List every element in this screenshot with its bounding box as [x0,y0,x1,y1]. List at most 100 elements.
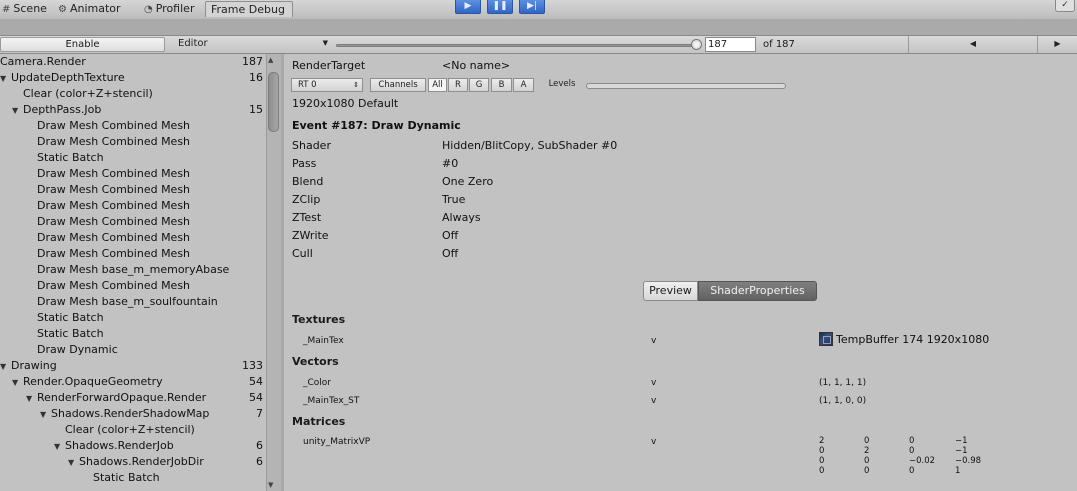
tree-row[interactable]: ▼ Render.OpaqueGeometry 54 [0,374,266,390]
tab-animator[interactable]: ⚙ Animator [56,1,140,17]
collab-check-button[interactable]: ✓ [1055,0,1075,12]
tree-row-label: Clear (color+Z+stencil) [23,87,153,100]
play-icon: ▶ [464,1,472,11]
next-event-button[interactable]: ▶ [1038,36,1077,53]
channel-a-toggle[interactable]: A [513,78,534,92]
event-title: Event #187: Draw Dynamic [292,119,461,132]
property-value: True [442,193,466,206]
vector-name: _Color [303,378,331,388]
tree-row[interactable]: Static Batch [0,470,266,486]
tree-row[interactable]: ▼ Shadows.RenderJobDir 6 [0,454,266,470]
step-button[interactable]: ▶| [519,0,545,14]
rt-select[interactable]: RT 0 ⇕ [291,78,363,92]
tree-row-label: Draw Mesh Combined Mesh [37,167,191,180]
tree-row[interactable]: Static Batch [0,326,266,342]
tree-row-label: UpdateDepthTexture [11,71,125,84]
render-target-label: RenderTarget [292,59,366,72]
tab-shader-properties[interactable]: ShaderProperties [698,281,817,301]
tab-preview[interactable]: Preview [643,281,698,301]
expand-triangle-icon[interactable]: ▼ [0,359,11,375]
expand-triangle-icon[interactable]: ▼ [40,407,51,423]
pause-button[interactable]: ❚❚ [487,0,513,14]
tree-row[interactable]: Draw Mesh Combined Mesh [0,278,266,294]
tab-scene[interactable]: # Scene [0,1,56,17]
frame-slider-thumb[interactable] [691,39,702,50]
expand-triangle-icon[interactable]: ▼ [26,391,37,407]
tree-row[interactable]: Draw Mesh Combined Mesh [0,246,266,262]
channel-b-toggle[interactable]: B [491,78,512,92]
expand-triangle-icon[interactable]: ▼ [0,71,11,87]
expand-triangle-icon[interactable]: ▼ [68,455,79,471]
texture-value[interactable]: TempBuffer 174 1920x1080 [836,332,989,348]
tree-row[interactable]: Draw Mesh Combined Mesh [0,214,266,230]
texture-name: _MainTex [303,336,344,346]
tab-profiler[interactable]: ◔ Profiler [142,1,204,17]
matrix-cell: −0.98 [955,456,982,466]
tree-row[interactable]: Draw Mesh Combined Mesh [0,134,266,150]
tree-row-label: Draw Mesh Combined Mesh [37,199,191,212]
expand-triangle-icon[interactable]: ▼ [12,375,23,391]
property-key: ZClip [292,193,321,206]
matrix-stage: v [651,437,657,447]
matrix-cell: 1 [955,466,961,476]
tree-row-label: Draw Mesh Combined Mesh [37,215,191,228]
tree-row[interactable]: Draw Mesh Combined Mesh [0,198,266,214]
expand-triangle-icon[interactable]: ▼ [12,103,23,119]
chevron-updown-icon: ⇕ [353,81,359,89]
matrix-cell: 0 [909,446,915,456]
tree-row[interactable]: Static Batch [0,310,266,326]
tree-row[interactable]: Draw Mesh Combined Mesh [0,230,266,246]
tree-row[interactable]: Clear (color+Z+stencil) [0,86,266,102]
frame-number-input[interactable]: 187 [705,37,756,52]
matrix-cell: −1 [955,436,968,446]
scroll-up-icon[interactable]: ▲ [268,56,273,64]
tree-row[interactable]: Draw Mesh base_m_memoryAbase [0,262,266,278]
tree-row[interactable]: ▼ Drawing 133 [0,358,266,374]
tree-row[interactable]: Draw Mesh Combined Mesh [0,118,266,134]
matrix-cell: 0 [909,466,915,476]
frame-slider[interactable] [336,44,698,47]
tab-frame-debug[interactable]: Frame Debug [205,1,293,17]
tree-row[interactable]: ▼ Shadows.RenderJob 6 [0,438,266,454]
tree-row-label: Static Batch [93,471,160,484]
tree-row[interactable]: Draw Mesh Combined Mesh [0,166,266,182]
property-key: ZTest [292,211,322,224]
tree-row[interactable]: ▼ UpdateDepthTexture 16 [0,70,266,86]
tree-row-label: Draw Mesh Combined Mesh [37,231,191,244]
property-value: Off [442,247,459,260]
target-dropdown[interactable]: Editor ▼ [178,37,330,52]
tree-row[interactable]: Draw Mesh base_m_soulfountain [0,294,266,310]
tree-row-count: 16 [249,71,263,84]
channel-all-toggle[interactable]: All [428,78,447,92]
scroll-down-icon[interactable]: ▼ [268,481,273,489]
enable-button[interactable]: Enable [0,37,165,52]
levels-range-slider[interactable] [586,83,786,89]
tree-row[interactable]: Draw Dynamic [0,342,266,358]
tree-row[interactable]: Clear (color+Z+stencil) [0,422,266,438]
tree-scrollbar-thumb[interactable] [268,72,279,132]
tree-row[interactable]: Draw Mesh Combined Mesh [0,182,266,198]
tree-row-label: Draw Mesh Combined Mesh [37,247,191,260]
expand-triangle-icon[interactable]: ▼ [54,439,65,455]
tree-row[interactable]: ▼ Shadows.RenderShadowMap 7 [0,406,266,422]
property-value: Hidden/BlitCopy, SubShader #0 [442,139,618,152]
channel-r-toggle[interactable]: R [448,78,468,92]
matrix-cell: −0.02 [909,456,936,466]
property-key: Cull [292,247,313,260]
tree-row[interactable]: ▼ RenderForwardOpaque.Render 54 [0,390,266,406]
tree-row-count: 15 [249,103,263,116]
matrix-cell: 0 [864,456,870,466]
chevron-left-icon: ◀ [969,39,977,48]
matrix-cell: 0 [819,446,825,456]
resolution-label: 1920x1080 Default [292,97,399,110]
tree-row[interactable]: Camera.Render 187 [0,54,266,70]
tree-row[interactable]: ▼ DepthPass.Job 15 [0,102,266,118]
previous-event-button[interactable]: ◀ [908,36,1038,53]
tree-row[interactable]: Static Batch [0,150,266,166]
matrix-cell: −1 [955,446,968,456]
texture-thumbnail-icon[interactable] [819,332,833,346]
property-key: ZWrite [292,229,329,242]
channels-label: Channels [370,78,426,92]
channel-g-toggle[interactable]: G [469,78,489,92]
play-button[interactable]: ▶ [455,0,481,14]
